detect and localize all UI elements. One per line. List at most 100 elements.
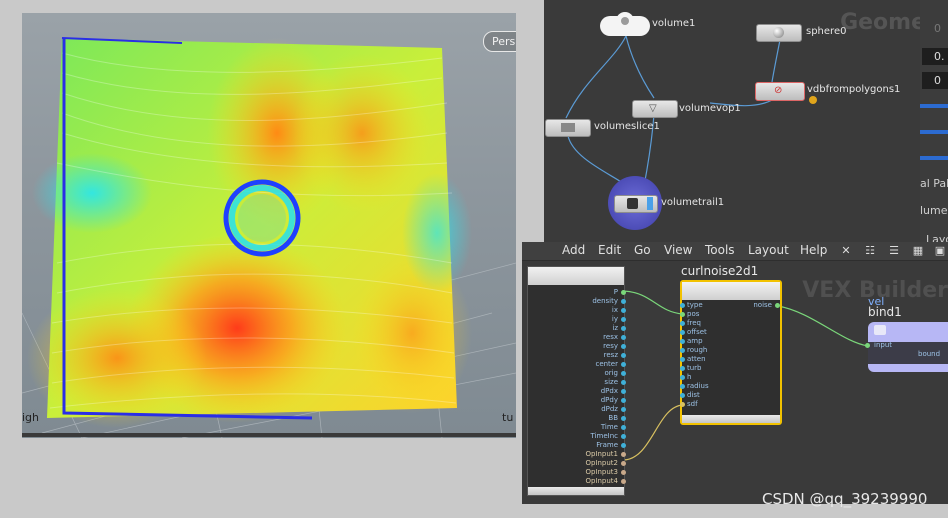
node-volumevop-label: volumevop1 (679, 103, 741, 114)
viewport-bottom-bar (22, 433, 516, 437)
curl-input-connector[interactable] (680, 303, 685, 308)
input-port-connector[interactable] (621, 416, 626, 421)
input-port-label: OpInput3 (585, 468, 618, 476)
curl-input-connector[interactable] (680, 321, 685, 326)
node-vdb[interactable]: ⊘ (755, 82, 805, 101)
bind-output-label: bound (918, 350, 941, 358)
curl-input-connector[interactable] (680, 384, 685, 389)
curl-input-connector[interactable] (680, 330, 685, 335)
input-port-connector[interactable] (621, 443, 626, 448)
curl-input-label: h (687, 373, 692, 381)
input-port-connector[interactable] (621, 353, 626, 358)
param-label-layout: Layo (926, 233, 948, 242)
watermark: CSDN @qq_39239990 (762, 490, 928, 508)
input-port-connector[interactable] (621, 461, 626, 466)
node-sphere-label: sphere0 (806, 26, 847, 37)
curl-input-connector[interactable] (680, 348, 685, 353)
curl-input-connector[interactable] (680, 402, 685, 407)
input-port-label: Frame (596, 441, 618, 449)
curl-input-label: type (687, 301, 703, 309)
curl-input-label: atten (687, 355, 706, 363)
curl-input-label: amp (687, 337, 703, 345)
trail-icon (627, 198, 638, 209)
parameter-panel-strip: 0 0. 0 al Pale lume Layo (920, 0, 948, 242)
node-sphere[interactable] (756, 24, 802, 42)
curl-input-connector[interactable] (680, 366, 685, 371)
node-volumetrail[interactable] (608, 176, 662, 230)
input-port-label: OpInput2 (585, 459, 618, 467)
input-port-connector[interactable] (621, 452, 626, 457)
input-port-connector[interactable] (621, 425, 626, 430)
input-port-label: resx (603, 333, 618, 341)
curl-input-label: freq (687, 319, 701, 327)
input-port-label: BB (608, 414, 618, 422)
scene-viewport[interactable]: Persp igh tu (22, 13, 516, 438)
curl-input-connector[interactable] (680, 393, 685, 398)
vex-builder-pane[interactable]: Add Edit Go View Tools Layout Help ✕ ☷ ☰… (522, 242, 948, 504)
input-port-label: center (595, 360, 618, 368)
input-port-connector[interactable] (621, 344, 626, 349)
input-port-connector[interactable] (621, 308, 626, 313)
input-port-label: resy (603, 342, 618, 350)
node-volume[interactable] (600, 12, 650, 36)
input-port-label: P (613, 288, 618, 296)
curl-input-label: radius (687, 382, 709, 390)
bind-node-title: bind1 (868, 305, 902, 319)
input-port-connector[interactable] (621, 362, 626, 367)
input-port-label: dPdz (601, 405, 618, 413)
input-port-label: ix (611, 306, 618, 314)
bind-input-connector[interactable] (865, 343, 870, 348)
input-port-connector[interactable] (621, 389, 626, 394)
curl-output-noise: noise (753, 301, 772, 309)
input-port-label: resz (603, 351, 618, 359)
warning-icon (809, 96, 817, 104)
curl-input-connector[interactable] (680, 375, 685, 380)
input-port-connector[interactable] (621, 371, 626, 376)
input-port-connector[interactable] (621, 290, 626, 295)
input-port-connector[interactable] (621, 470, 626, 475)
input-port-label: size (604, 378, 618, 386)
curl-input-connector[interactable] (680, 339, 685, 344)
vdb-icon: ⊘ (774, 85, 783, 96)
input-port-connector[interactable] (621, 398, 626, 403)
curl-input-label: dist (687, 391, 700, 399)
input-port-label: dPdy (600, 396, 618, 404)
input-port-label: Time (600, 423, 618, 431)
curl-input-label: turb (687, 364, 702, 372)
camera-menu-button[interactable]: Persp (483, 31, 516, 52)
viewport-edge-label-right: tu (502, 411, 514, 424)
param-field-2[interactable]: 0 (922, 72, 948, 89)
node-volumeslice[interactable] (545, 119, 591, 137)
node-volumevop[interactable]: ▽ (632, 100, 678, 118)
viewport-canvas (22, 37, 516, 438)
curl-input-label: sdf (687, 400, 698, 408)
param-slider-2[interactable] (920, 130, 948, 134)
curl-input-connector[interactable] (680, 312, 685, 317)
input-port-connector[interactable] (621, 407, 626, 412)
input-port-label: TimeInc (590, 432, 618, 440)
bind-input-label: input (874, 341, 893, 349)
input-port-connector[interactable] (621, 479, 626, 484)
input-port-label: density (592, 297, 618, 305)
input-port-label: dPdx (600, 387, 618, 395)
param-top-value: 0 (934, 22, 941, 35)
param-slider-3[interactable] (920, 156, 948, 160)
param-field-1[interactable]: 0. (922, 48, 948, 65)
input-port-connector[interactable] (621, 335, 626, 340)
viewport-edge-label-left: igh (22, 411, 40, 424)
input-port-label: OpInput4 (585, 477, 618, 485)
curl-output-connector[interactable] (775, 303, 780, 308)
param-slider-1[interactable] (920, 104, 948, 108)
input-port-connector[interactable] (621, 380, 626, 385)
network-editor[interactable]: Geome volume1 sphere0 ⊘ vdbfrompolygons1… (544, 0, 926, 242)
input-port-connector[interactable] (621, 317, 626, 322)
input-port-connector[interactable] (621, 299, 626, 304)
curl-input-label: rough (687, 346, 708, 354)
input-port-connector[interactable] (621, 434, 626, 439)
curl-input-label: pos (687, 310, 700, 318)
curl-input-connector[interactable] (680, 357, 685, 362)
param-label-volume: lume (920, 204, 948, 217)
input-port-connector[interactable] (621, 326, 626, 331)
input-port-label: orig (604, 369, 618, 377)
node-vdb-label: vdbfrompolygons1 (807, 84, 901, 95)
